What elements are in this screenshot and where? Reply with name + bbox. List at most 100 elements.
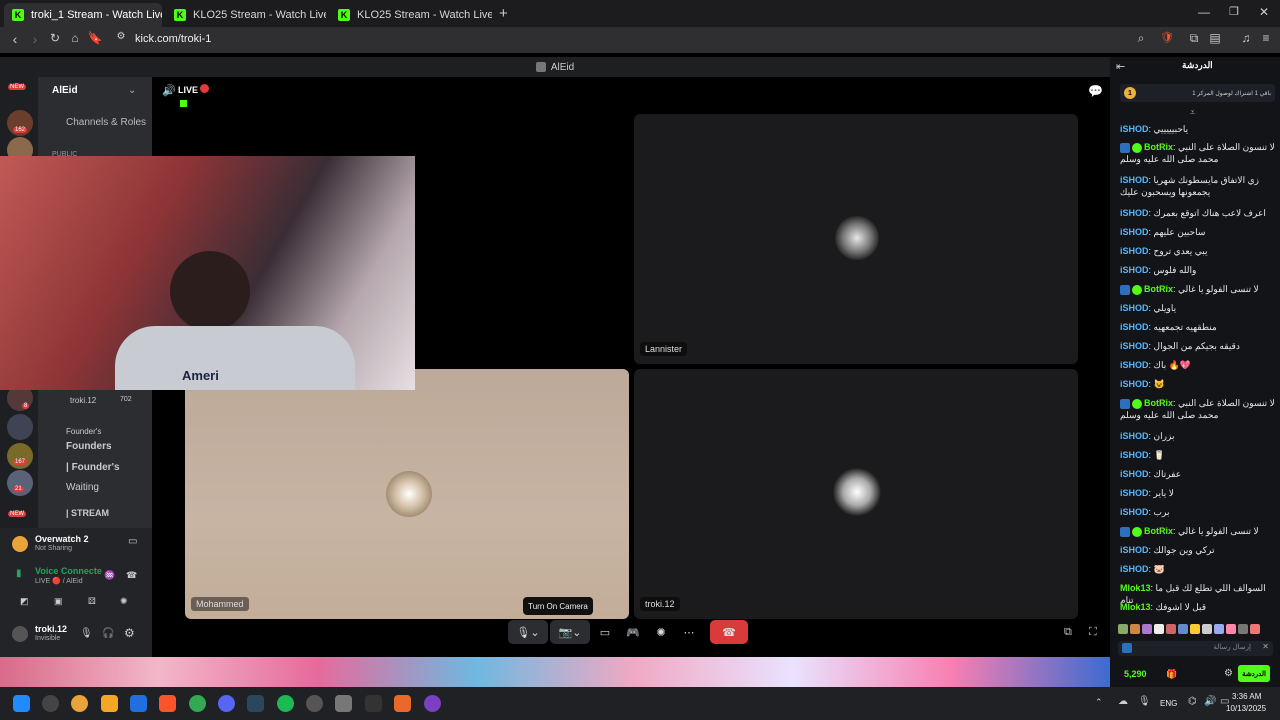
channel-stream[interactable]: | STREAM [66, 508, 109, 518]
windows-start-icon[interactable] [13, 695, 30, 712]
member-name[interactable]: troki.12 [70, 396, 96, 405]
soundboard-icon[interactable]: ✺ [120, 596, 128, 607]
minimize-icon[interactable]: — [1198, 5, 1210, 19]
clock-time[interactable]: 3:36 AM [1232, 692, 1261, 701]
app-icon[interactable] [365, 695, 382, 712]
menu-icon[interactable]: ≡ [1257, 31, 1275, 45]
discord-icon[interactable] [218, 695, 235, 712]
language-indicator[interactable]: ENG [1160, 699, 1177, 708]
steam-icon[interactable] [247, 695, 264, 712]
fullscreen-icon[interactable]: ⛶ [1089, 626, 1097, 639]
activity-button[interactable]: 🎮 [623, 620, 643, 644]
pin-icon[interactable]: ⩡ [1190, 107, 1195, 118]
chat-username[interactable]: iSHOD [1120, 246, 1149, 256]
spotify-icon[interactable] [277, 695, 294, 712]
chat-username[interactable]: BotRix [1144, 142, 1173, 152]
screen-share-button[interactable]: ▭ [595, 620, 615, 644]
activity-icon[interactable]: ⚄ [88, 596, 96, 607]
extensions-icon[interactable]: ⧉ [1185, 31, 1203, 46]
chat-username[interactable]: iSHOD [1120, 450, 1149, 460]
channel-founders[interactable]: Founders [66, 441, 112, 452]
sidebar-icon[interactable]: ▤ [1206, 31, 1224, 45]
chat-username[interactable]: iSHOD [1120, 379, 1149, 389]
tab-klo25-1[interactable]: K KLO25 Stream - Watch Live on Kick [166, 3, 326, 27]
chat-username[interactable]: iSHOD [1120, 265, 1149, 275]
collapse-chat-icon[interactable]: ⇤ [1116, 60, 1125, 73]
bookmark-icon[interactable]: 🔖 [86, 31, 104, 45]
app-icon[interactable] [394, 695, 411, 712]
emote-icon[interactable] [1202, 624, 1212, 634]
chat-bubble-icon[interactable]: 💬 [1088, 84, 1103, 98]
chat-username[interactable]: iSHOD [1120, 341, 1149, 351]
cloud-icon[interactable]: ☁ [1118, 696, 1128, 707]
clear-icon[interactable]: ✕ [1262, 642, 1269, 651]
screen-share-icon[interactable]: ▭ [128, 536, 137, 547]
media-icon[interactable]: ♫ [1237, 31, 1255, 45]
word-icon[interactable] [130, 695, 147, 712]
chat-username[interactable]: iSHOD [1120, 124, 1149, 134]
chat-username[interactable]: Mlok13 [1120, 602, 1151, 612]
chat-username[interactable]: iSHOD [1120, 507, 1149, 517]
participant-tile[interactable]: Mohammed [185, 369, 629, 619]
tray-chevron-icon[interactable]: ⌃ [1095, 697, 1103, 708]
participant-tile[interactable]: Lannister [634, 114, 1078, 364]
chat-username[interactable]: iSHOD [1120, 303, 1149, 313]
emote-icon[interactable] [1178, 624, 1188, 634]
chat-username[interactable]: iSHOD [1120, 469, 1149, 479]
chat-username[interactable]: BotRix [1144, 398, 1173, 408]
reload-icon[interactable]: ↻ [46, 31, 64, 45]
chat-username[interactable]: iSHOD [1120, 227, 1149, 237]
twitch-icon[interactable] [424, 695, 441, 712]
chat-username[interactable]: iSHOD [1120, 564, 1149, 574]
tab-klo25-2[interactable]: K KLO25 Stream - Watch Live on Kick [330, 3, 492, 27]
headphones-icon[interactable]: 🎧 [102, 628, 114, 639]
server-icon[interactable] [7, 414, 33, 440]
emote-icon[interactable] [1190, 624, 1200, 634]
emote-icon[interactable] [1214, 624, 1224, 634]
chat-username[interactable]: iSHOD [1120, 175, 1149, 185]
chat-username[interactable]: iSHOD [1120, 322, 1149, 332]
more-button[interactable]: ⋯ [679, 620, 699, 644]
end-call-button[interactable]: ☎ [710, 620, 748, 644]
emoji-icon[interactable] [1122, 643, 1132, 653]
emote-icon[interactable] [1238, 624, 1248, 634]
chat-settings-icon[interactable]: ⚙ [1224, 668, 1233, 679]
channel-founders-voice[interactable]: | Founder's [66, 462, 120, 473]
chat-input[interactable]: إرسال رسالة ✕ [1118, 641, 1273, 656]
tab-troki[interactable]: K troki_1 Stream - Watch Live on K ✕ [4, 3, 162, 27]
chat-username[interactable]: iSHOD [1120, 208, 1149, 218]
obs-icon[interactable] [42, 695, 59, 712]
settings-gear-icon[interactable]: ⚙ [124, 626, 135, 640]
channel-waiting[interactable]: Waiting [66, 482, 99, 493]
chevron-down-icon[interactable]: ⌄ [128, 85, 136, 96]
participant-tile[interactable]: troki.12 [634, 369, 1078, 619]
chat-username[interactable]: iSHOD [1120, 431, 1149, 441]
disconnect-icon[interactable]: ☎ [126, 570, 137, 581]
mic-tray-icon[interactable]: 🎙 [1138, 696, 1151, 707]
url-field[interactable]: kick.com/troki-1 [135, 33, 211, 45]
new-tab-icon[interactable]: + [499, 5, 508, 22]
chat-username[interactable]: BotRix [1144, 526, 1173, 536]
avatar[interactable] [12, 626, 28, 642]
brave-shield-icon[interactable]: 🛡 [1158, 31, 1176, 44]
emote-icon[interactable] [1226, 624, 1236, 634]
chat-username[interactable]: Mlok13 [1120, 583, 1151, 593]
emote-icon[interactable] [1154, 624, 1164, 634]
app-icon[interactable] [306, 695, 323, 712]
founder-category[interactable]: Founder's [66, 427, 101, 436]
capcut-icon[interactable] [335, 695, 352, 712]
mic-icon[interactable]: 🎙 [80, 628, 93, 639]
camera-icon[interactable]: ◩ [20, 596, 29, 607]
emote-icon[interactable] [1166, 624, 1176, 634]
window-close-icon[interactable]: ✕ [1259, 5, 1269, 19]
chat-username[interactable]: iSHOD [1120, 360, 1149, 370]
emote-icon[interactable] [1118, 624, 1128, 634]
channel-points[interactable]: 5,290 [1124, 669, 1147, 679]
chat-send-button[interactable]: الدردشة [1238, 665, 1270, 682]
home-icon[interactable]: ⌂ [66, 31, 84, 45]
app-icon[interactable] [101, 695, 118, 712]
server-icon[interactable] [7, 443, 33, 469]
server-name[interactable]: AlEid [52, 85, 78, 96]
chat-username[interactable]: iSHOD [1120, 488, 1149, 498]
chat-username[interactable]: BotRix [1144, 284, 1173, 294]
